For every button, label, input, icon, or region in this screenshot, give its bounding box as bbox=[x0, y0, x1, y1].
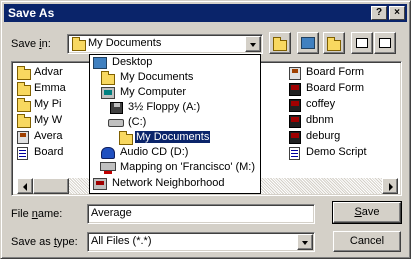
network-icon bbox=[93, 178, 107, 190]
arrow-left-icon bbox=[23, 183, 27, 191]
save-button[interactable]: Save bbox=[332, 201, 402, 224]
close-button[interactable]: × bbox=[389, 6, 405, 20]
form-icon bbox=[289, 67, 301, 80]
chevron-down-icon bbox=[302, 241, 308, 245]
new-folder-button[interactable] bbox=[323, 32, 345, 54]
list-view-icon bbox=[356, 38, 368, 48]
save-in-dropdown-button[interactable] bbox=[245, 36, 261, 52]
arrow-right-icon bbox=[389, 183, 393, 191]
save-as-type-select[interactable]: All Files (*.*) bbox=[87, 232, 315, 252]
folder-icon bbox=[17, 98, 31, 112]
desktop-icon bbox=[301, 37, 315, 49]
save-in-dropdown-list[interactable]: Desktop My Documents My Computer 3½ Flop… bbox=[89, 54, 261, 194]
up-one-level-icon bbox=[273, 37, 287, 51]
database-icon bbox=[289, 83, 301, 96]
new-folder-icon bbox=[327, 37, 341, 51]
list-view-button[interactable] bbox=[351, 32, 373, 54]
folder-icon bbox=[101, 71, 115, 85]
title-bar[interactable]: Save As ? × bbox=[4, 4, 407, 22]
close-icon: × bbox=[394, 7, 400, 18]
desktop-icon bbox=[93, 57, 107, 69]
network-drive-icon bbox=[100, 162, 116, 174]
dialog-title: Save As bbox=[8, 6, 55, 20]
folder-icon bbox=[17, 82, 31, 96]
details-view-button[interactable] bbox=[374, 32, 396, 54]
help-icon: ? bbox=[375, 7, 383, 18]
save-in-label: Save in: bbox=[11, 38, 51, 50]
file-name-label: File name: bbox=[11, 208, 63, 220]
folder-icon bbox=[72, 37, 86, 51]
save-as-type-label: Save as type: bbox=[11, 236, 78, 248]
drive-icon bbox=[108, 119, 124, 127]
save-in-combo[interactable]: My Documents bbox=[67, 34, 263, 54]
scroll-left-button[interactable] bbox=[17, 178, 33, 194]
folder-icon bbox=[17, 66, 31, 80]
save-in-value: My Documents bbox=[88, 37, 162, 49]
folder-icon bbox=[17, 114, 31, 128]
database-icon bbox=[289, 99, 301, 112]
file-name-field[interactable]: Average bbox=[87, 204, 315, 224]
cancel-button[interactable]: Cancel bbox=[333, 231, 401, 252]
computer-icon bbox=[101, 87, 115, 99]
help-button[interactable]: ? bbox=[371, 6, 387, 20]
save-as-type-dropdown-button[interactable] bbox=[297, 234, 313, 250]
up-one-level-button[interactable] bbox=[269, 32, 291, 54]
database-icon bbox=[289, 115, 301, 128]
chevron-down-icon bbox=[250, 43, 256, 47]
floppy-icon bbox=[110, 102, 123, 114]
doc-icon bbox=[17, 147, 28, 160]
scroll-thumb[interactable] bbox=[33, 178, 69, 194]
save-as-dialog: Save As ? × Save in: My Documents Advar … bbox=[0, 0, 411, 259]
doc-icon bbox=[289, 147, 300, 160]
desktop-button[interactable] bbox=[297, 32, 319, 54]
database-icon bbox=[289, 131, 301, 144]
details-view-icon bbox=[379, 38, 391, 48]
folder-icon bbox=[119, 131, 133, 145]
scroll-right-button[interactable] bbox=[382, 178, 398, 194]
cd-icon bbox=[101, 147, 115, 159]
form-icon bbox=[17, 131, 29, 144]
